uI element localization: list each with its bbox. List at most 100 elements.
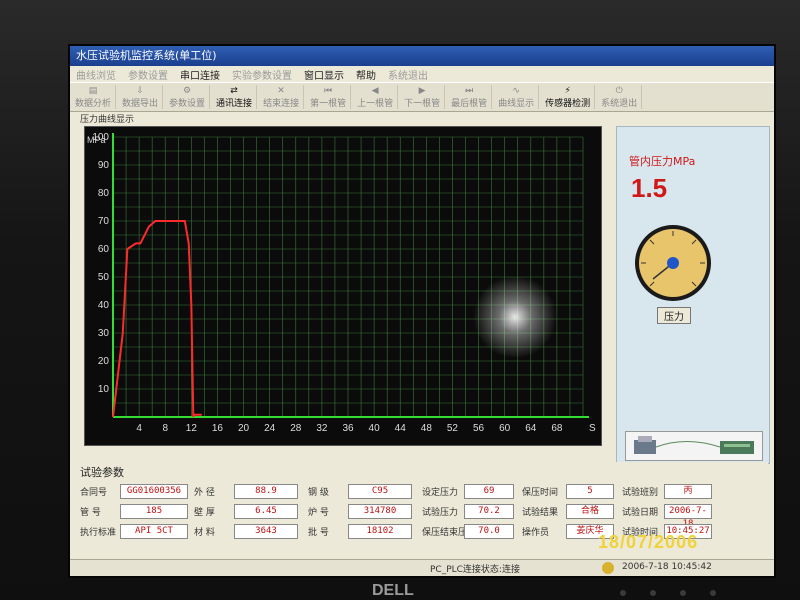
x-tick-label: 44 [395, 423, 407, 434]
param-value-field[interactable]: C95 [348, 484, 412, 499]
param-value-field[interactable]: 2006-7-18 [664, 504, 712, 529]
param-value-field[interactable]: 314780 [348, 504, 412, 519]
toolbar-button-label: 下一根管 [404, 98, 441, 109]
x-tick-label: 12 [186, 423, 198, 434]
param-label: 操作员 [522, 528, 550, 538]
toolbar-button[interactable]: ⏭ 最后根管 [447, 85, 493, 109]
menu-bar: 曲线浏览 参数设置 串口连接 实验参数设置 窗口显示 帮助 系统退出 [70, 66, 774, 82]
x-tick-label: 4 [136, 423, 142, 434]
toolbar-button[interactable]: ⇩ 数据导出 [118, 85, 164, 109]
params-title: 试验参数 [80, 466, 124, 479]
param-label: 外 径 [194, 488, 215, 498]
menu-window-display[interactable]: 窗口显示 [298, 67, 350, 82]
first-icon: ⏮ [324, 85, 333, 96]
monitor-button[interactable] [680, 590, 686, 596]
x-tick-label: 20 [238, 423, 250, 434]
param-label: 设定压力 [422, 488, 459, 498]
last-icon: ⏭ [465, 85, 474, 96]
toolbar-button-label: 通讯连接 [216, 98, 253, 109]
y-tick-label: 40 [98, 300, 110, 311]
chart-area: 10 20 30 40 50 60 70 80 90 100 4 8 12 16 20 24 28 32 36 40 4… [84, 126, 602, 446]
toolbar-button[interactable]: ⇄ 通讯连接 [212, 85, 258, 109]
menu-experiment-settings[interactable]: 实验参数设置 [226, 67, 298, 82]
y-tick-label: 10 [98, 384, 110, 395]
toolbar-button[interactable]: ⚙ 参数设置 [165, 85, 211, 109]
y-tick-label: 80 [98, 188, 110, 199]
chart-caption: 压力曲线显示 [80, 115, 135, 125]
y-tick-label: 20 [98, 356, 110, 367]
monitor-button[interactable] [710, 590, 716, 596]
toolbar-button-label: 第一根管 [310, 98, 347, 109]
toolbar-button[interactable]: ⚡ 传感器检测 [541, 85, 596, 109]
toolbar-button[interactable]: ⏻ 系统退出 [597, 85, 643, 109]
disconnect-icon: ✕ [277, 85, 285, 96]
toolbar-button-label: 最后根管 [451, 98, 488, 109]
x-tick-label: 52 [447, 423, 459, 434]
x-tick-label: 60 [499, 423, 511, 434]
app-screen: 水压试验机监控系统(单工位) 曲线浏览 参数设置 串口连接 实验参数设置 窗口显… [68, 44, 776, 578]
toolbar-button[interactable]: ▶ 下一根管 [400, 85, 446, 109]
toolbar-button-label: 传感器检测 [545, 98, 591, 109]
toolbar-button[interactable]: ◀ 上一根管 [353, 85, 399, 109]
toolbar-button[interactable]: ▤ 数据分析 [71, 85, 117, 109]
communication-diagram [625, 431, 763, 461]
param-value-field[interactable]: 合格 [566, 504, 614, 519]
param-label: 试验日期 [622, 508, 659, 518]
param-value-field[interactable]: 69 [464, 484, 514, 499]
param-label: 试验压力 [422, 508, 459, 518]
param-label: 钢 级 [308, 488, 329, 498]
monitor-button[interactable] [650, 590, 656, 596]
settings-icon: ⚙ [183, 85, 192, 96]
menu-exit[interactable]: 系统退出 [382, 67, 434, 82]
window-title: 水压试验机监控系统(单工位) [70, 46, 774, 66]
x-tick-label: 36 [342, 423, 354, 434]
export-icon: ⇩ [136, 85, 144, 96]
monitor-button[interactable] [620, 590, 626, 596]
param-value-field[interactable]: 5 [566, 484, 614, 499]
toolbar-button-label: 曲线显示 [498, 98, 535, 109]
x-tick-label: 68 [551, 423, 563, 434]
param-value-field[interactable]: 70.2 [464, 504, 514, 519]
param-label: 炉 号 [308, 508, 329, 518]
plc-link-icon [634, 436, 754, 454]
y-tick-label: 30 [98, 328, 110, 339]
menu-serial-connect[interactable]: 串口连接 [174, 67, 226, 82]
status-light-icon [602, 562, 614, 574]
x-tick-label: 40 [369, 423, 381, 434]
x-tick-label: 56 [473, 423, 485, 434]
param-value-field[interactable]: 3643 [234, 524, 298, 539]
y-tick-label: 50 [98, 272, 110, 283]
menu-param-settings[interactable]: 参数设置 [122, 67, 174, 82]
pressure-label: 管内压力MPa [629, 155, 696, 168]
toolbar-button-label: 数据分析 [75, 98, 112, 109]
x-tick-label: 24 [264, 423, 276, 434]
status-bar: PC_PLC连接状态:连接 2006-7-18 10:45:42 [70, 559, 774, 576]
connect-icon: ⇄ [230, 85, 238, 96]
param-label: 壁 厚 [194, 508, 215, 518]
param-value-field[interactable]: GG01600356 [120, 484, 188, 499]
toolbar-button-label: 数据导出 [122, 98, 159, 109]
param-value-field[interactable]: 丙 [664, 484, 712, 499]
menu-curve-browse[interactable]: 曲线浏览 [70, 67, 122, 82]
gauge-label: 压力 [657, 307, 691, 324]
connection-status: PC_PLC连接状态:连接 [430, 565, 520, 575]
param-value-field[interactable]: API 5CT [120, 524, 188, 539]
menu-help[interactable]: 帮助 [350, 67, 382, 82]
param-label: 保压时间 [522, 488, 559, 498]
y-tick-label: 90 [98, 160, 110, 171]
toolbar-button-label: 系统退出 [601, 98, 638, 109]
toolbar-button[interactable]: ∿ 曲线显示 [494, 85, 540, 109]
x-tick-label: 16 [212, 423, 224, 434]
toolbar-button[interactable]: ✕ 结束连接 [259, 85, 305, 109]
pressure-value: 1.5 [631, 173, 668, 203]
param-value-field[interactable]: 185 [120, 504, 188, 519]
param-value-field[interactable]: 6.45 [234, 504, 298, 519]
param-value-field[interactable]: 70.0 [464, 524, 514, 539]
x-tick-label: 64 [525, 423, 537, 434]
toolbar-button[interactable]: ⏮ 第一根管 [306, 85, 352, 109]
param-value-field[interactable]: 88.9 [234, 484, 298, 499]
chart-icon: ▤ [88, 85, 98, 96]
x-tick-label: 48 [421, 423, 433, 434]
status-datetime: 2006-7-18 10:45:42 [622, 562, 712, 572]
param-value-field[interactable]: 18102 [348, 524, 412, 539]
